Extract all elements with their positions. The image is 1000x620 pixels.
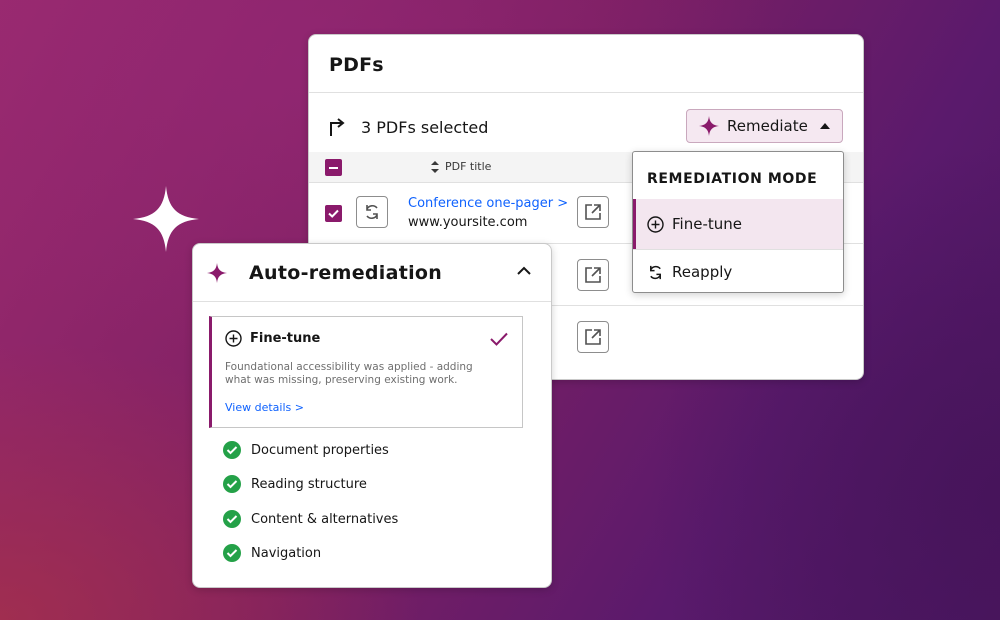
- card-title: Fine-tune: [250, 331, 321, 346]
- menu-item-fine-tune[interactable]: Fine-tune: [633, 199, 843, 249]
- fine-tune-card[interactable]: Fine-tune Foundational accessibility was…: [209, 316, 523, 428]
- sort-icon[interactable]: [431, 161, 439, 173]
- open-pdf-button[interactable]: [577, 259, 609, 291]
- check-item: Content & alternatives: [223, 510, 398, 528]
- menu-item-reapply[interactable]: Reapply: [633, 247, 843, 297]
- add-circle-icon: [225, 330, 242, 347]
- checkmark-icon: [490, 332, 508, 346]
- column-header-pdf-title[interactable]: PDF title: [445, 160, 491, 173]
- remediation-mode-menu: REMEDIATION MODE Fine-tune Reapply: [632, 151, 844, 293]
- remediate-button-label: Remediate: [727, 117, 808, 135]
- chevron-up-icon[interactable]: [517, 266, 531, 276]
- checkmark-filled-icon: [223, 475, 241, 493]
- renew-icon: [650, 265, 661, 279]
- panel-title: Auto-remediation: [249, 262, 443, 284]
- launch-icon: [585, 204, 601, 220]
- open-pdf-button[interactable]: [577, 321, 609, 353]
- divider: [309, 92, 863, 93]
- selected-count-text: 3 PDFs selected: [361, 117, 489, 137]
- check-item-label: Document properties: [251, 442, 389, 458]
- pdf-url: www.yoursite.com: [408, 215, 528, 230]
- pdfs-panel-title: PDFs: [329, 54, 384, 76]
- card-description: Foundational accessibility was applied -…: [225, 361, 473, 386]
- launch-icon: [585, 329, 601, 345]
- menu-item-label: Fine-tune: [672, 215, 742, 233]
- checkmark-icon: [328, 209, 339, 218]
- checkmark-filled-icon: [223, 510, 241, 528]
- add-circle-icon: [647, 215, 664, 233]
- menu-item-label: Reapply: [672, 263, 733, 281]
- check-item-label: Reading structure: [251, 476, 367, 492]
- pdf-title-link[interactable]: Conference one-pager >: [408, 196, 568, 211]
- check-item-label: Content & alternatives: [251, 511, 399, 527]
- view-details-link[interactable]: View details >: [225, 401, 304, 414]
- checkmark-filled-icon: [223, 441, 241, 459]
- check-item: Document properties: [223, 441, 389, 459]
- sparkle-icon: [207, 263, 227, 283]
- check-item: Navigation: [223, 544, 321, 562]
- card-header: Fine-tune: [225, 330, 320, 347]
- sparkle-icon: [699, 116, 719, 136]
- reapply-status-button[interactable]: [356, 196, 388, 228]
- sparkle-icon: [133, 186, 199, 252]
- menu-title: REMEDIATION MODE: [647, 171, 818, 187]
- row-checkbox[interactable]: [325, 205, 342, 222]
- divider: [193, 301, 551, 302]
- caret-up-icon: [819, 123, 830, 129]
- launch-icon: [585, 267, 601, 283]
- renew-icon: [366, 204, 378, 220]
- check-item: Reading structure: [223, 475, 367, 493]
- select-all-checkbox[interactable]: [325, 159, 342, 176]
- open-pdf-button[interactable]: [577, 196, 609, 228]
- checkmark-filled-icon: [223, 544, 241, 562]
- turn-right-arrow-icon: [330, 118, 345, 136]
- selection-summary: 3 PDFs selected: [327, 117, 488, 137]
- check-item-label: Navigation: [251, 545, 322, 561]
- auto-remediation-panel: Auto-remediation Fine-tune Foundational …: [192, 243, 552, 588]
- remediate-button[interactable]: Remediate: [686, 109, 843, 143]
